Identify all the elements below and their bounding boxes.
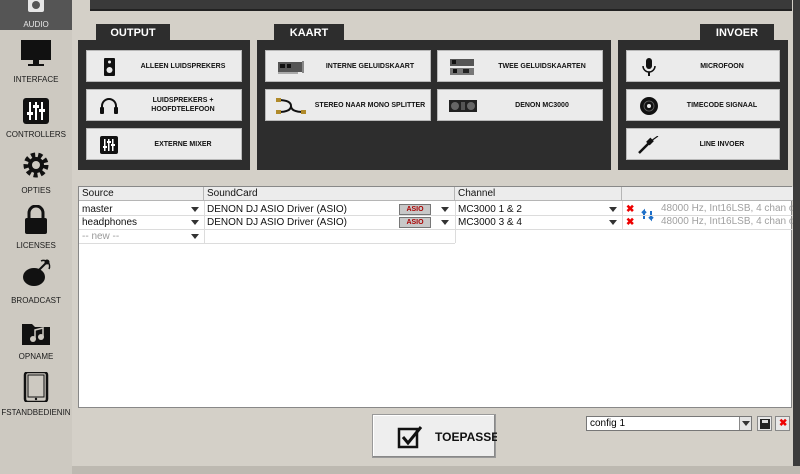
column-header-source: Source xyxy=(79,187,204,201)
luidsprekers-hoofdtelefoon-button[interactable]: LUIDSPREKERS + HOOFDTELEFOON xyxy=(86,89,242,121)
button-label: LUIDSPREKERS + HOOFDTELEFOON xyxy=(151,97,215,113)
tablet-icon xyxy=(23,372,49,402)
button-label: TIMECODE SIGNAAL xyxy=(686,101,758,109)
button-label: MICROFOON xyxy=(700,62,744,70)
sidebar-item-label: CONTROLLERS xyxy=(5,130,66,139)
dual-soundcard-icon xyxy=(450,59,474,75)
soundcard-select[interactable]: DENON DJ ASIO Driver (ASIO) xyxy=(204,217,394,229)
bottom-strip xyxy=(72,466,800,474)
routing-table: Source SoundCard Channel master DENON DJ… xyxy=(78,186,795,408)
mixer-icon xyxy=(100,136,118,154)
button-label: LINE INVOER xyxy=(699,140,745,148)
asio-config-button[interactable]: ASIO xyxy=(399,204,431,215)
row-divider xyxy=(79,229,793,230)
top-header-strip xyxy=(90,0,792,11)
column-header-info xyxy=(622,187,793,201)
new-source-select[interactable]: -- new -- xyxy=(79,231,191,243)
vinyl-icon xyxy=(640,97,658,115)
gear-icon xyxy=(23,152,49,178)
delete-row-icon[interactable]: ✖ xyxy=(626,218,634,228)
sidebar-item-controllers[interactable]: CONTROLLERS xyxy=(0,96,72,150)
lock-icon xyxy=(25,205,47,234)
microfoon-button[interactable]: MICROFOON xyxy=(626,50,780,82)
soundcard-icon xyxy=(278,61,304,74)
music-folder-icon xyxy=(22,324,50,345)
chevron-down-icon[interactable] xyxy=(609,207,617,212)
sidebar: AUDIO INTERFACE CONTROLLERS OPTIES LICEN… xyxy=(0,0,72,474)
col-divider xyxy=(204,201,205,243)
save-config-button[interactable] xyxy=(757,416,772,431)
save-icon xyxy=(760,419,770,429)
kaart-panel: INTERNE GELUIDSKAART TWEE GELUIDSKAARTEN… xyxy=(257,40,611,170)
sidebar-item-afstandbediening[interactable]: FSTANDBEDIENIN xyxy=(0,372,72,426)
config-dropdown-button[interactable] xyxy=(739,417,751,430)
channel-select[interactable]: MC3000 3 & 4 xyxy=(455,217,605,229)
button-label: STEREO NAAR MONO SPLITTER xyxy=(314,101,426,109)
stereo-naar-mono-splitter-button[interactable]: STEREO NAAR MONO SPLITTER xyxy=(265,89,431,121)
sidebar-item-label: BROADCAST xyxy=(11,296,61,305)
sidebar-item-label: LICENSES xyxy=(16,241,56,250)
alleen-luidsprekers-button[interactable]: ALLEEN LUIDSPREKERS xyxy=(86,50,242,82)
delete-config-button[interactable]: ✖ xyxy=(775,416,790,431)
col-divider xyxy=(455,201,456,243)
format-info: 48000 Hz, Int16LSB, 4 chan o xyxy=(661,216,795,227)
sidebar-item-label: INTERFACE xyxy=(13,75,59,84)
jack-cable-icon xyxy=(638,136,659,154)
button-label: TWEE GELUIDSKAARTEN xyxy=(498,62,586,70)
sliders-icon xyxy=(23,98,49,124)
format-info: 48000 Hz, Int16LSB, 4 chan o xyxy=(661,203,795,214)
chevron-down-icon[interactable] xyxy=(191,207,199,212)
splitter-cable-icon xyxy=(276,98,306,114)
denon-mc3000-button[interactable]: DENON MC3000 xyxy=(437,89,603,121)
col-divider xyxy=(622,201,623,229)
apply-button[interactable]: TOEPASSEN xyxy=(372,414,497,458)
twee-geluidskaarten-button[interactable]: TWEE GELUIDSKAARTEN xyxy=(437,50,603,82)
config-value: config 1 xyxy=(590,418,626,429)
speaker-box-icon xyxy=(104,58,115,76)
invoer-panel: MICROFOON TIMECODE SIGNAAL LINE INVOER xyxy=(618,40,788,170)
sidebar-item-label: FSTANDBEDIENIN xyxy=(1,408,71,417)
sidebar-item-label: OPTIES xyxy=(21,186,51,195)
row-divider xyxy=(79,215,793,216)
timecode-signaal-button[interactable]: TIMECODE SIGNAAL xyxy=(626,89,780,121)
line-invoer-button[interactable]: LINE INVOER xyxy=(626,128,780,160)
chevron-down-icon[interactable] xyxy=(191,234,199,239)
interne-geluidskaart-button[interactable]: INTERNE GELUIDSKAART xyxy=(265,50,431,82)
externe-mixer-button[interactable]: EXTERNE MIXER xyxy=(86,128,242,160)
chevron-down-icon[interactable] xyxy=(609,220,617,225)
column-header-soundcard: SoundCard xyxy=(204,187,455,201)
monitor-icon xyxy=(21,40,51,66)
window-right-edge xyxy=(793,0,800,474)
sidebar-item-label: OPNAME xyxy=(18,352,54,361)
sidebar-item-opties[interactable]: OPTIES xyxy=(0,150,72,204)
controller-icon xyxy=(449,100,477,112)
chevron-down-icon[interactable] xyxy=(191,220,199,225)
sidebar-item-broadcast[interactable]: BROADCAST xyxy=(0,258,72,312)
broadcast-icon xyxy=(23,259,51,286)
chevron-down-icon[interactable] xyxy=(441,220,449,225)
button-label: INTERNE GELUIDSKAART xyxy=(325,62,415,70)
headphones-icon xyxy=(100,98,118,114)
row-divider xyxy=(79,243,455,244)
microphone-icon xyxy=(642,58,656,76)
sidebar-item-licenses[interactable]: LICENSES xyxy=(0,205,72,259)
source-select[interactable]: headphones xyxy=(79,217,191,229)
delete-row-icon[interactable]: ✖ xyxy=(626,205,634,215)
column-header-channel: Channel xyxy=(455,187,622,201)
chevron-down-icon[interactable] xyxy=(441,207,449,212)
apply-label: TOEPASSEN xyxy=(435,430,497,444)
output-panel: ALLEEN LUIDSPREKERS LUIDSPREKERS + HOOFD… xyxy=(78,40,250,170)
sidebar-item-opname[interactable]: OPNAME xyxy=(0,318,72,372)
button-label: EXTERNE MIXER xyxy=(154,140,212,148)
sidebar-item-interface[interactable]: INTERFACE xyxy=(0,38,72,92)
button-label: ALLEEN LUIDSPREKERS xyxy=(140,62,226,70)
sidebar-item-label: AUDIO xyxy=(23,20,49,29)
close-icon: ✖ xyxy=(779,418,788,429)
sidebar-item-audio[interactable]: AUDIO xyxy=(0,0,72,30)
asio-config-button[interactable]: ASIO xyxy=(399,217,431,228)
button-label: DENON MC3000 xyxy=(515,101,569,109)
chevron-down-icon xyxy=(742,421,750,426)
checkbox-check-icon xyxy=(397,426,423,449)
config-select[interactable]: config 1 xyxy=(586,416,752,431)
